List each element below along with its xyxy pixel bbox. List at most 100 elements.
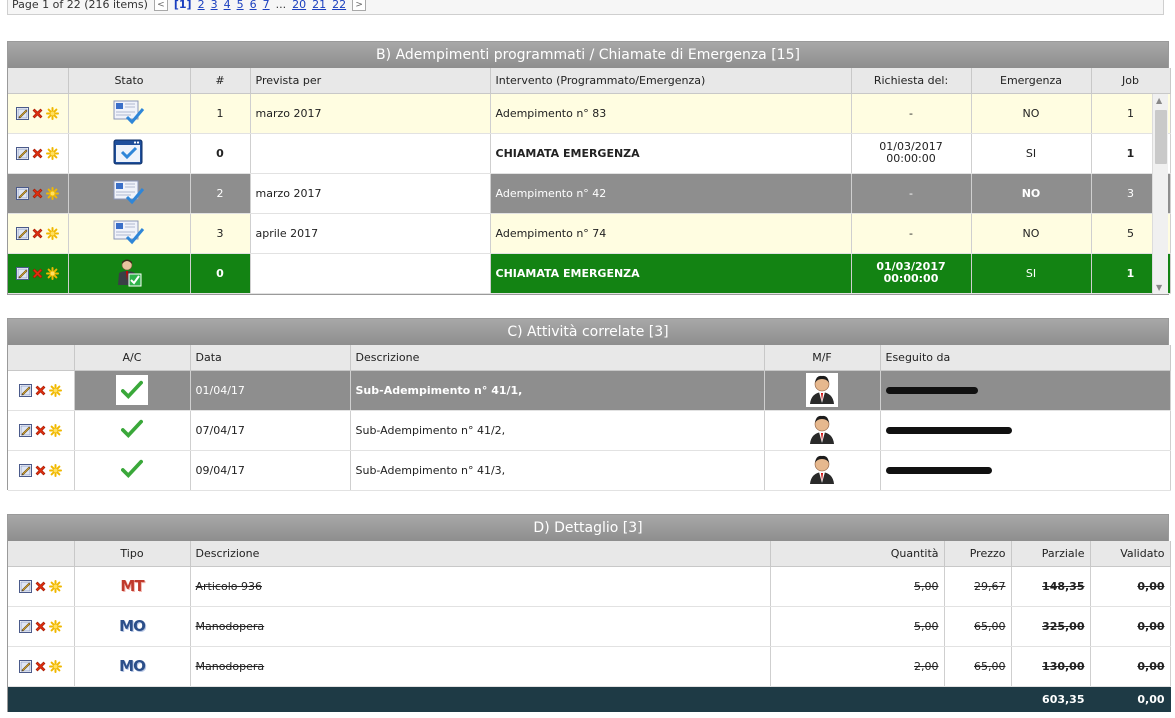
col-ac[interactable]: A/C — [74, 345, 191, 371]
star-icon[interactable] — [46, 147, 59, 160]
row-num: 1 — [190, 93, 251, 134]
row-emergenza: NO — [971, 173, 1092, 214]
col-mf[interactable]: M/F — [764, 345, 881, 371]
star-icon[interactable] — [46, 227, 59, 240]
col-num[interactable]: # — [190, 68, 251, 94]
edit-icon[interactable] — [19, 580, 32, 593]
delete-icon[interactable] — [31, 147, 44, 160]
col-richiesta[interactable]: Richiesta del: — [851, 68, 972, 94]
col-stato[interactable]: Stato — [68, 68, 191, 94]
edit-icon[interactable] — [19, 660, 32, 673]
table-row[interactable]: MO Manodopera 5,00 65,00 325,00 0,00 — [8, 606, 1171, 647]
col-prezzo[interactable]: Prezzo — [944, 541, 1012, 567]
user-avatar-icon — [807, 413, 837, 445]
delete-icon[interactable] — [34, 424, 47, 437]
delete-icon[interactable] — [34, 384, 47, 397]
pager-page-1[interactable]: [1] — [174, 0, 192, 11]
table-row[interactable]: 2 marzo 2017 Adempimento n° 42 - NO 3 — [8, 173, 1171, 214]
row-prezzo: 29,67 — [944, 566, 1012, 607]
table-row[interactable]: MT Articolo 936 5,00 29,67 148,35 0,00 — [8, 566, 1171, 607]
table-row[interactable]: 3 aprile 2017 Adempimento n° 74 - NO 5 — [8, 213, 1171, 254]
delete-icon[interactable] — [31, 187, 44, 200]
col-descrizione[interactable]: Descrizione — [190, 541, 771, 567]
col-parziale[interactable]: Parziale — [1011, 541, 1091, 567]
row-quantita: 5,00 — [770, 606, 945, 647]
row-prezzo: 65,00 — [944, 646, 1012, 687]
scheduled-doc-icon — [113, 179, 145, 205]
scheduled-doc-icon — [113, 99, 145, 125]
pager-page-6[interactable]: 6 — [250, 0, 257, 11]
scrollbar[interactable]: ▲ ▼ — [1152, 94, 1168, 294]
table-row[interactable]: 0 CHIAMATA EMERGENZA 01/03/2017 00:00:00… — [8, 253, 1171, 294]
star-icon[interactable] — [49, 424, 62, 437]
star-icon[interactable] — [49, 384, 62, 397]
row-descrizione: Sub-Adempimento n° 41/1, — [350, 370, 765, 411]
table-row[interactable]: 1 marzo 2017 Adempimento n° 83 - NO 1 — [8, 93, 1171, 134]
delete-icon[interactable] — [34, 660, 47, 673]
table-row[interactable]: 0 CHIAMATA EMERGENZA 01/03/2017 00:00:00… — [8, 133, 1171, 174]
row-descrizione: Sub-Adempimento n° 41/3, — [350, 450, 765, 491]
row-prevista — [250, 133, 491, 174]
col-data[interactable]: Data — [190, 345, 351, 371]
pager-page-22[interactable]: 22 — [332, 0, 346, 11]
delete-icon[interactable] — [31, 267, 44, 280]
star-icon[interactable] — [49, 580, 62, 593]
table-row[interactable]: MO Manodopera 2,00 65,00 130,00 0,00 — [8, 646, 1171, 687]
totals-row: 603,35 0,00 — [8, 686, 1171, 712]
pager-page-2[interactable]: 2 — [198, 0, 205, 11]
scroll-up-arrow-icon[interactable]: ▲ — [1156, 96, 1162, 105]
edit-icon[interactable] — [16, 107, 29, 120]
col-tipo[interactable]: Tipo — [74, 541, 191, 567]
star-icon[interactable] — [46, 187, 59, 200]
row-descrizione: Manodopera — [190, 606, 771, 647]
col-eseguito[interactable]: Eseguito da — [880, 345, 1171, 371]
redacted-name — [885, 467, 992, 474]
pager-page-5[interactable]: 5 — [237, 0, 244, 11]
edit-icon[interactable] — [16, 187, 29, 200]
row-parziale: 130,00 — [1011, 646, 1091, 687]
row-num: 0 — [190, 133, 251, 174]
scroll-down-arrow-icon[interactable]: ▼ — [1156, 283, 1162, 292]
table-row[interactable]: 01/04/17 Sub-Adempimento n° 41/1, — [8, 370, 1171, 411]
pager-next-button[interactable]: > — [352, 0, 367, 11]
star-icon[interactable] — [46, 107, 59, 120]
table-row[interactable]: 07/04/17 Sub-Adempimento n° 41/2, — [8, 410, 1171, 451]
col-prevista[interactable]: Prevista per — [250, 68, 491, 94]
row-eseguito — [880, 410, 1171, 451]
col-validato[interactable]: Validato — [1090, 541, 1171, 567]
col-job[interactable]: Job — [1091, 68, 1171, 94]
pager-ellipsis: ... — [275, 0, 287, 11]
scrollbar-thumb[interactable] — [1155, 110, 1167, 164]
star-icon[interactable] — [49, 620, 62, 633]
delete-icon[interactable] — [34, 464, 47, 477]
col-descrizione[interactable]: Descrizione — [350, 345, 765, 371]
table-row[interactable]: 09/04/17 Sub-Adempimento n° 41/3, — [8, 450, 1171, 491]
pager-page-21[interactable]: 21 — [312, 0, 326, 11]
pager-page-20[interactable]: 20 — [292, 0, 306, 11]
type-badge-mo: MO — [119, 657, 146, 675]
panel-c-title: C) Attività correlate [3] — [8, 319, 1168, 345]
edit-icon[interactable] — [19, 464, 32, 477]
edit-icon[interactable] — [16, 227, 29, 240]
delete-icon[interactable] — [34, 580, 47, 593]
scheduled-doc-icon — [113, 219, 145, 245]
pager-page-3[interactable]: 3 — [211, 0, 218, 11]
edit-icon[interactable] — [16, 267, 29, 280]
delete-icon[interactable] — [34, 620, 47, 633]
col-emergenza[interactable]: Emergenza — [971, 68, 1092, 94]
star-icon[interactable] — [49, 464, 62, 477]
edit-icon[interactable] — [16, 147, 29, 160]
star-icon[interactable] — [49, 660, 62, 673]
row-richiesta: - — [851, 93, 972, 134]
pager-prev-button[interactable]: < — [153, 0, 168, 11]
pager-page-4[interactable]: 4 — [224, 0, 231, 11]
col-intervento[interactable]: Intervento (Programmato/Emergenza) — [490, 68, 852, 94]
edit-icon[interactable] — [19, 384, 32, 397]
edit-icon[interactable] — [19, 620, 32, 633]
delete-icon[interactable] — [31, 107, 44, 120]
pager-page-7[interactable]: 7 — [263, 0, 270, 11]
delete-icon[interactable] — [31, 227, 44, 240]
edit-icon[interactable] — [19, 424, 32, 437]
col-quantita[interactable]: Quantità — [770, 541, 945, 567]
star-icon[interactable] — [46, 267, 59, 280]
